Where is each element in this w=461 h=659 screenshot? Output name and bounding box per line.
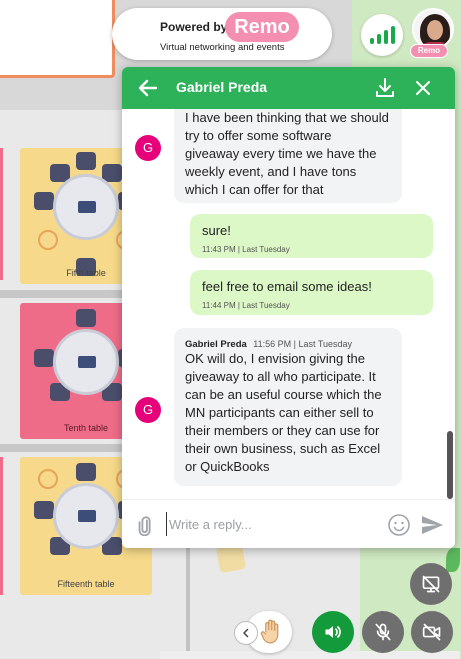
chat-header: Gabriel Preda bbox=[122, 67, 455, 109]
download-icon[interactable] bbox=[373, 76, 397, 100]
toolbar-strip bbox=[160, 651, 460, 659]
powered-by-text: Powered by bbox=[160, 20, 228, 34]
signal-icon bbox=[370, 26, 395, 44]
edge-table bbox=[0, 148, 3, 280]
camera-button[interactable] bbox=[411, 611, 453, 653]
table-icon bbox=[53, 483, 119, 549]
message-text: OK will do, I envision giving the giveaw… bbox=[185, 351, 382, 474]
reply-input[interactable] bbox=[166, 512, 380, 536]
paperclip-icon[interactable] bbox=[134, 514, 156, 536]
message-bubble-incoming: I have been thinking that we should try … bbox=[174, 109, 402, 203]
speaker-icon bbox=[325, 626, 341, 638]
chat-panel: Gabriel Preda G I have been thinking tha… bbox=[122, 67, 455, 548]
camera-off-icon bbox=[422, 623, 441, 641]
emoji-icon[interactable] bbox=[387, 513, 411, 537]
message-timestamp: 11:56 PM | Last Tuesday bbox=[253, 339, 353, 349]
chevron-left-icon bbox=[243, 628, 249, 638]
screen-share-button[interactable] bbox=[410, 563, 452, 605]
message-text: sure! bbox=[202, 223, 231, 238]
room-top-left bbox=[0, 0, 115, 78]
screen-share-off-icon bbox=[422, 575, 440, 593]
speaker-button[interactable] bbox=[312, 611, 354, 653]
edge-table bbox=[0, 457, 3, 595]
message-timestamp: 11:43 PM | Last Tuesday bbox=[202, 245, 290, 254]
sender-avatar: G bbox=[135, 397, 161, 423]
message-bubble-outgoing: sure! 11:43 PM | Last Tuesday bbox=[190, 214, 433, 258]
avatar-badge: Remo bbox=[410, 44, 448, 58]
arrow-left-icon[interactable] bbox=[136, 76, 160, 100]
table-icon bbox=[53, 174, 119, 240]
message-composer bbox=[122, 499, 455, 548]
message-list[interactable]: G I have been thinking that we should tr… bbox=[122, 109, 455, 499]
table-label: Fifteenth table bbox=[57, 579, 115, 589]
send-icon[interactable] bbox=[420, 513, 444, 537]
close-icon[interactable] bbox=[411, 76, 435, 100]
sender-avatar: G bbox=[135, 135, 161, 161]
mic-off-icon bbox=[375, 623, 391, 641]
sender-name: Gabriel Preda bbox=[185, 339, 247, 350]
remo-tagline: Virtual networking and events bbox=[160, 42, 285, 53]
scrollbar[interactable] bbox=[447, 431, 453, 499]
message-bubble-outgoing: feel free to email some ideas! 11:44 PM … bbox=[190, 270, 433, 315]
plant-decoration bbox=[446, 548, 460, 572]
message-timestamp: 11:44 PM | Last Tuesday bbox=[202, 301, 290, 310]
table-icon bbox=[53, 329, 119, 395]
message-text: I have been thinking that we should try … bbox=[185, 110, 389, 197]
remo-banner: Powered by Remo Virtual networking and e… bbox=[112, 8, 332, 60]
chat-title: Gabriel Preda bbox=[176, 79, 268, 95]
collapse-button[interactable] bbox=[234, 621, 258, 645]
microphone-button[interactable] bbox=[362, 611, 404, 653]
message-bubble-incoming: Gabriel Preda 11:56 PM | Last Tuesday OK… bbox=[174, 328, 402, 486]
connection-status-button[interactable] bbox=[361, 14, 403, 56]
remo-logo: Remo bbox=[225, 12, 299, 42]
message-text: feel free to email some ideas! bbox=[202, 279, 372, 294]
user-profile[interactable]: Remo bbox=[408, 8, 458, 62]
raise-hand-icon bbox=[260, 619, 279, 644]
